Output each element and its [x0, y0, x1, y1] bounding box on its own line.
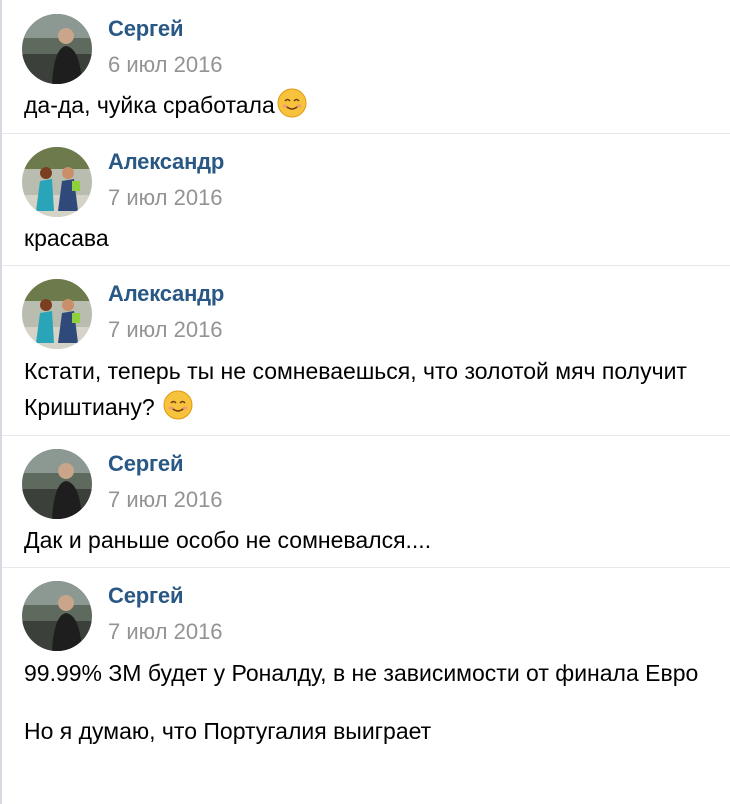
comment-text-line: Кстати, теперь ты не сомневаешься, что з… — [24, 358, 687, 420]
comment: Александр 7 июл 2016 красава — [2, 133, 730, 266]
comment-date[interactable]: 7 июл 2016 — [108, 487, 223, 513]
comment-text: да-да, чуйка сработала — [24, 88, 720, 122]
comment-date[interactable]: 6 июл 2016 — [108, 52, 223, 78]
comment: Сергей 7 июл 2016 Дак и раньше особо не … — [2, 435, 730, 568]
comment: Сергей 6 июл 2016 да-да, чуйка сработала — [2, 0, 730, 134]
author-name[interactable]: Сергей — [108, 16, 183, 42]
comment-date[interactable]: 7 июл 2016 — [108, 619, 223, 645]
comment-text: Кстати, теперь ты не сомневаешься, что з… — [24, 353, 690, 425]
avatar[interactable] — [22, 147, 92, 217]
author-name[interactable]: Александр — [108, 281, 224, 307]
comment-date[interactable]: 7 июл 2016 — [108, 185, 223, 211]
comment-paragraph: Но я думаю, что Португалия выиграет — [24, 718, 432, 744]
comment-date[interactable]: 7 июл 2016 — [108, 317, 223, 343]
author-name[interactable]: Александр — [108, 149, 224, 175]
avatar[interactable] — [22, 279, 92, 349]
comment: Сергей 7 июл 2016 99.99% ЗМ будет у Рона… — [2, 567, 730, 804]
author-name[interactable]: Сергей — [108, 451, 183, 477]
avatar[interactable] — [22, 449, 92, 519]
comment-text: красава — [24, 221, 720, 255]
comment-text-line: Дак и раньше особо не сомневался.... — [24, 527, 432, 553]
comment-text: Дак и раньше особо не сомневался.... — [24, 523, 720, 557]
comment-text-line: да-да, чуйка сработала — [24, 92, 275, 118]
smiling-emoji-icon — [163, 390, 193, 420]
comment-text: 99.99% ЗМ будет у Роналду, в не зависимо… — [24, 655, 720, 749]
comment-text-line: красава — [24, 225, 109, 251]
author-name[interactable]: Сергей — [108, 583, 183, 609]
comment-paragraph: 99.99% ЗМ будет у Роналду, в не зависимо… — [24, 660, 699, 686]
smiling-emoji-icon — [277, 88, 307, 118]
avatar[interactable] — [22, 581, 92, 651]
comment: Александр 7 июл 2016 Кстати, теперь ты н… — [2, 265, 730, 436]
avatar[interactable] — [22, 14, 92, 84]
comment-feed: Сергей 6 июл 2016 да-да, чуйка сработала… — [0, 0, 730, 804]
